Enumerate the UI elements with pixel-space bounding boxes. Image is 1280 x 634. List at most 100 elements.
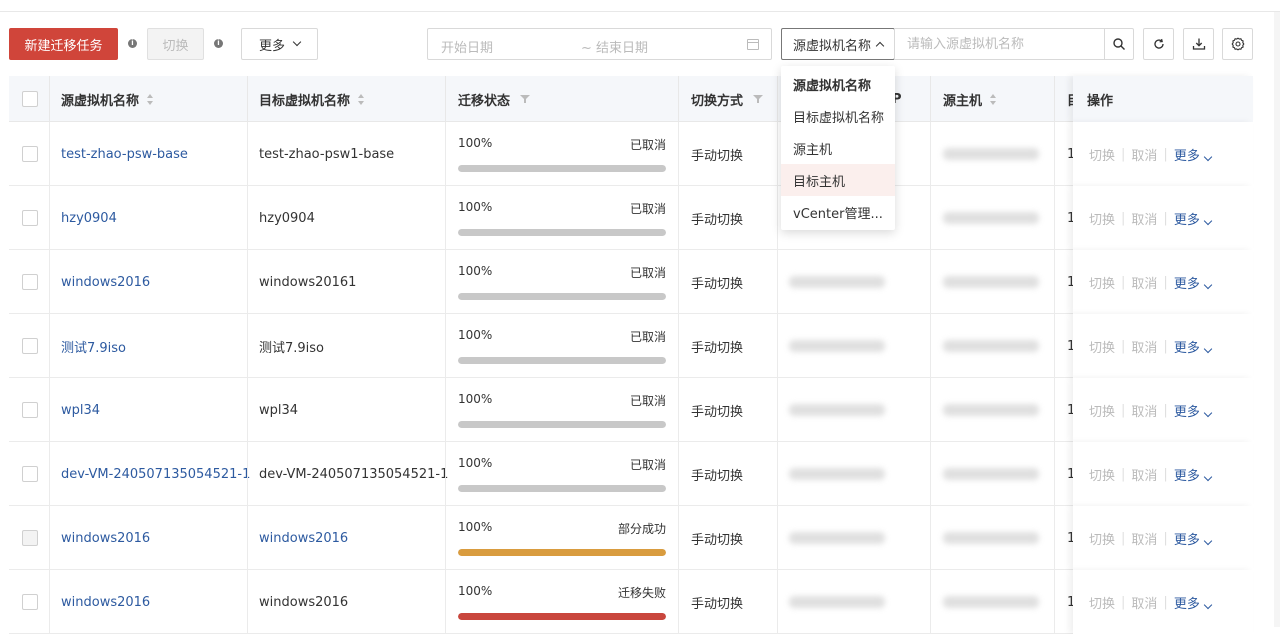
table-row[interactable]: windows2016 windows20161 100% 已取消 手动切换 1… <box>9 250 1253 314</box>
source-vm-link[interactable]: wpl34 <box>61 403 100 418</box>
source-vm-link[interactable]: 测试7.9iso <box>61 337 126 356</box>
table-row[interactable]: dev-VM-240507135054521-1 dev-VM-24050713… <box>9 442 1253 506</box>
more-action[interactable]: 更多 <box>1174 273 1213 292</box>
refresh-button[interactable] <box>1143 28 1174 60</box>
switch-action[interactable]: 切换 <box>1089 273 1115 292</box>
cancel-action[interactable]: 取消 <box>1131 401 1157 420</box>
status-text: 已取消 <box>629 202 666 216</box>
chevron-down-icon <box>292 37 302 47</box>
more-action[interactable]: 更多 <box>1174 145 1213 164</box>
switch-action[interactable]: 切换 <box>1089 465 1115 484</box>
more-action[interactable]: 更多 <box>1174 401 1213 420</box>
table-row[interactable]: 测试7.9iso 测试7.9iso 100% 已取消 手动切换 1 切换 | 取… <box>9 314 1253 378</box>
row-checkbox[interactable] <box>22 594 38 610</box>
cancel-action[interactable]: 取消 <box>1131 465 1157 484</box>
more-action[interactable]: 更多 <box>1174 529 1213 548</box>
switch-mode: 手动切换 <box>691 276 744 292</box>
cancel-action[interactable]: 取消 <box>1131 145 1157 164</box>
source-host-redacted <box>943 340 1039 352</box>
source-vm-link[interactable]: windows2016 <box>61 275 150 290</box>
switch-action[interactable]: 切换 <box>1089 593 1115 612</box>
sort-icon[interactable] <box>358 93 365 105</box>
table-row[interactable]: windows2016 windows2016 100% 迁移失败 手动切换 1… <box>9 570 1253 634</box>
switch-action[interactable]: 切换 <box>1089 529 1115 548</box>
dropdown-option[interactable]: 源虚拟机名称 <box>781 68 895 100</box>
table-row[interactable]: wpl34 wpl34 100% 已取消 手动切换 1 切换 | 取消 | 更多 <box>9 378 1253 442</box>
search-field-select[interactable]: 源虚拟机名称 <box>781 28 895 60</box>
progress-bar <box>458 421 666 428</box>
migration-status: 100% 已取消 <box>458 136 666 172</box>
cancel-action[interactable]: 取消 <box>1131 273 1157 292</box>
switch-action[interactable]: 切换 <box>1089 145 1115 164</box>
source-host-redacted <box>943 532 1039 544</box>
dropdown-option[interactable]: 目标虚拟机名称 <box>781 100 895 132</box>
migration-status: 100% 已取消 <box>458 392 666 428</box>
download-button[interactable] <box>1183 28 1214 60</box>
row-checkbox[interactable] <box>22 466 38 482</box>
source-vm-link[interactable]: test-zhao-psw-base <box>61 147 188 162</box>
column-migration-status[interactable]: 迁移状态 <box>458 76 531 122</box>
table-row[interactable]: windows2016 windows2016 100% 部分成功 手动切换 1… <box>9 506 1253 570</box>
info-icon[interactable]: i <box>214 39 223 48</box>
row-checkbox[interactable] <box>22 402 38 418</box>
progress-bar-fill <box>458 293 666 300</box>
more-action[interactable]: 更多 <box>1174 465 1213 484</box>
row-actions: 切换 | 取消 | 更多 <box>1073 122 1253 186</box>
source-vm-link[interactable]: hzy0904 <box>61 211 117 226</box>
progress-bar <box>458 293 666 300</box>
progress-bar <box>458 357 666 364</box>
source-vm-link[interactable]: windows2016 <box>61 595 150 610</box>
more-dropdown-button[interactable]: 更多 <box>241 28 318 60</box>
filter-icon[interactable] <box>753 94 764 104</box>
source-vm-link[interactable]: windows2016 <box>61 531 150 546</box>
source-vm-link[interactable]: dev-VM-240507135054521-1 <box>61 467 250 482</box>
chevron-down-icon <box>1203 536 1213 545</box>
scrollbar[interactable] <box>1274 12 1280 627</box>
row-checkbox[interactable] <box>22 146 38 162</box>
more-action[interactable]: 更多 <box>1174 593 1213 612</box>
cancel-action[interactable]: 取消 <box>1131 529 1157 548</box>
info-icon[interactable]: i <box>128 39 137 48</box>
cancel-action[interactable]: 取消 <box>1131 209 1157 228</box>
switch-action[interactable]: 切换 <box>1089 209 1115 228</box>
sort-icon[interactable] <box>990 93 997 105</box>
search-button[interactable] <box>1104 28 1134 60</box>
row-checkbox[interactable] <box>22 210 38 226</box>
more-action[interactable]: 更多 <box>1174 337 1213 356</box>
column-switch-mode[interactable]: 切换方式 <box>691 76 764 122</box>
settings-button[interactable] <box>1222 28 1253 60</box>
select-all-checkbox[interactable] <box>22 91 38 107</box>
refresh-icon <box>1153 38 1164 49</box>
table-row[interactable]: test-zhao-psw-base test-zhao-psw1-base 1… <box>9 122 1253 186</box>
chevron-down-icon <box>1203 408 1213 417</box>
chevron-down-icon <box>1203 344 1213 353</box>
search-input[interactable] <box>894 28 1105 60</box>
table-row[interactable]: hzy0904 hzy0904 100% 已取消 手动切换 1 切换 | 取消 … <box>9 186 1253 250</box>
column-source-host[interactable]: 源主机 <box>943 76 997 122</box>
target-vm-name[interactable]: windows2016 <box>259 531 348 546</box>
dropdown-option[interactable]: 源主机 <box>781 132 895 164</box>
filter-icon[interactable] <box>520 94 531 104</box>
row-checkbox[interactable] <box>22 274 38 290</box>
date-range-picker[interactable]: 开始日期 ~ 结束日期 <box>427 28 772 60</box>
cancel-action[interactable]: 取消 <box>1131 593 1157 612</box>
switch-action[interactable]: 切换 <box>1089 401 1115 420</box>
dropdown-option[interactable]: vCenter管理... <box>781 196 895 228</box>
status-text: 迁移失败 <box>617 586 666 600</box>
column-target-vm[interactable]: 目标虚拟机名称 <box>259 76 365 122</box>
dropdown-option[interactable]: 目标主机 <box>781 164 895 196</box>
row-checkbox[interactable] <box>22 530 38 546</box>
switch-action[interactable]: 切换 <box>1089 337 1115 356</box>
sort-icon[interactable] <box>147 93 154 105</box>
row-checkbox[interactable] <box>22 338 38 354</box>
progress-percent: 100% <box>458 456 493 470</box>
progress-bar-fill <box>458 485 666 492</box>
new-migration-task-button[interactable]: 新建迁移任务 <box>9 28 118 60</box>
switch-button[interactable]: 切换 <box>147 28 204 60</box>
more-action[interactable]: 更多 <box>1174 209 1213 228</box>
cancel-action[interactable]: 取消 <box>1131 337 1157 356</box>
search-field-value: 源虚拟机名称 <box>793 38 872 54</box>
switch-mode: 手动切换 <box>691 532 744 548</box>
column-source-vm[interactable]: 源虚拟机名称 <box>61 76 154 122</box>
status-text: 已取消 <box>629 330 666 344</box>
